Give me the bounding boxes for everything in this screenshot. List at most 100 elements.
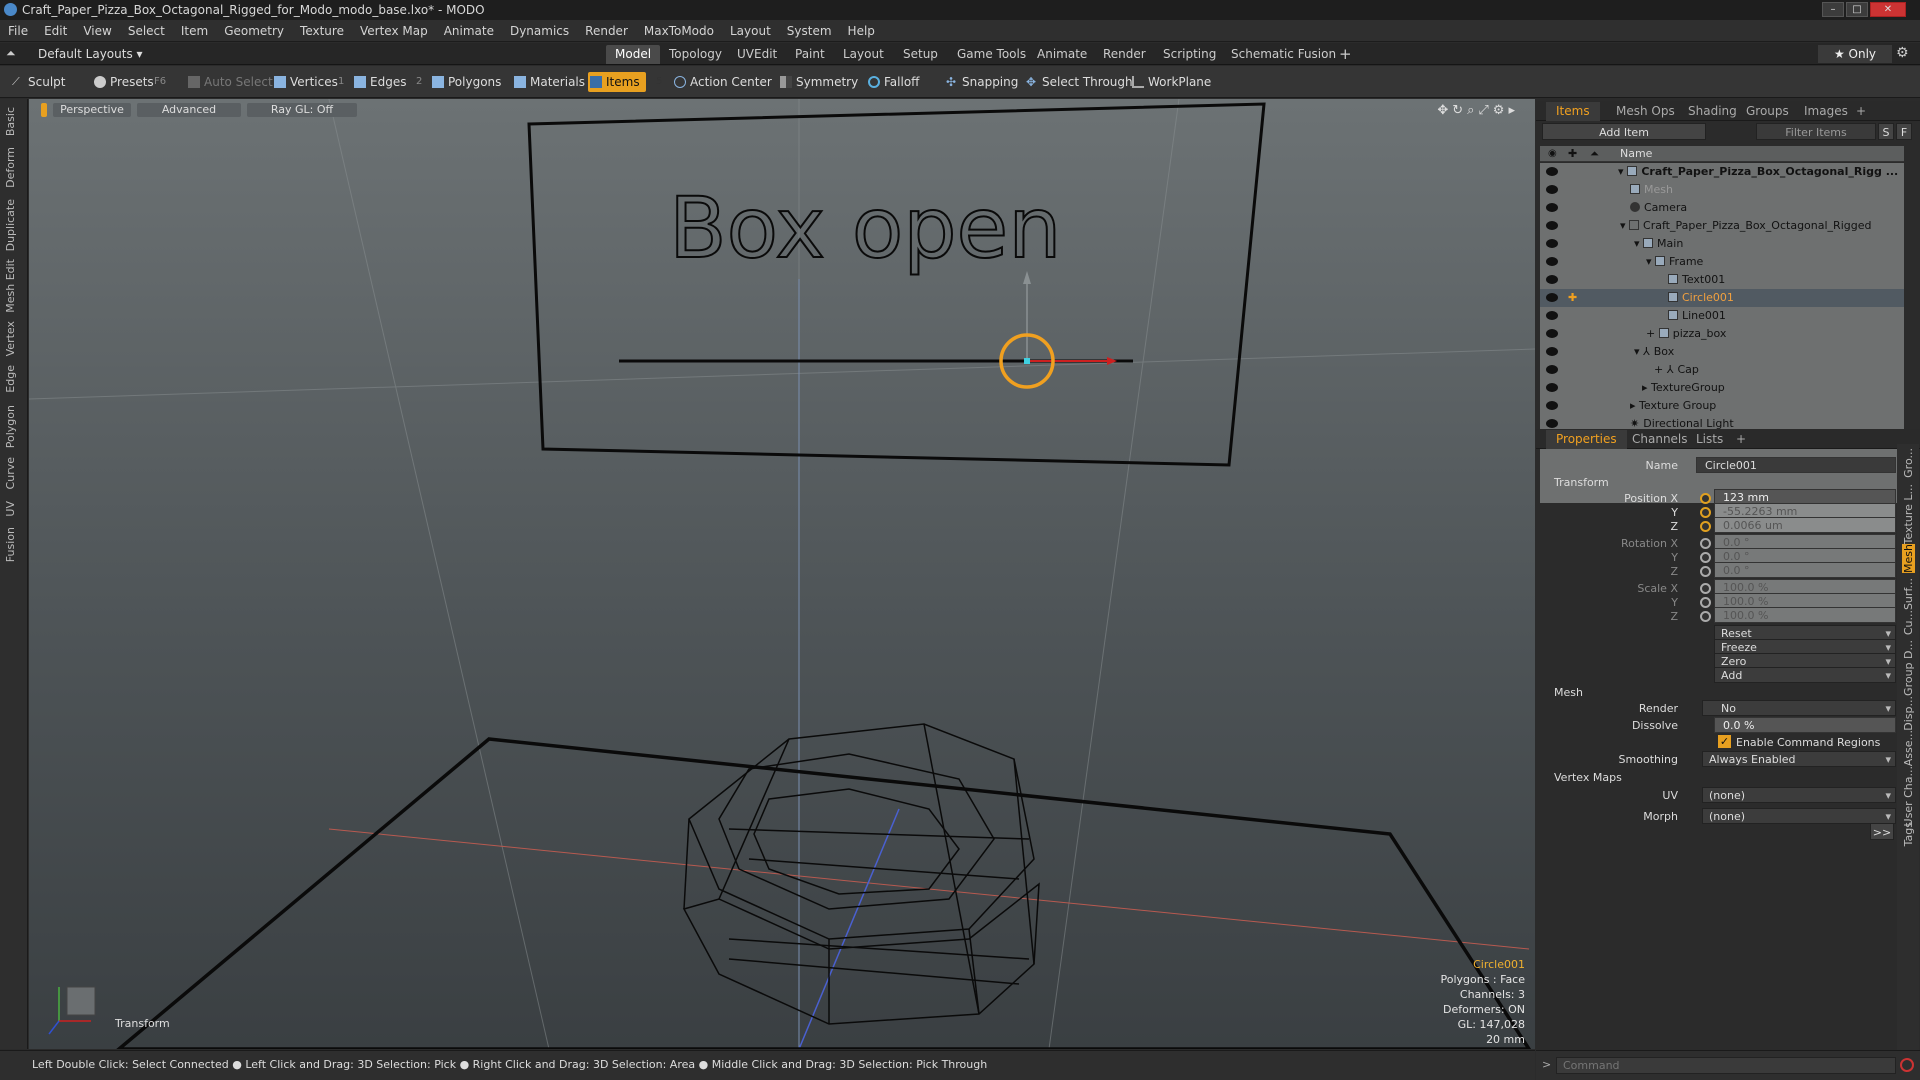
close-button[interactable]: ✕	[1870, 2, 1906, 17]
lefttab-edge[interactable]: Edge	[4, 365, 17, 393]
eye-icon[interactable]	[1546, 275, 1558, 284]
menu-texture[interactable]: Texture	[292, 20, 352, 42]
sidetab-mesh[interactable]: Mesh	[1902, 544, 1915, 573]
lefttab-vertex[interactable]: Vertex	[4, 321, 17, 356]
scale-z-field[interactable]: 100.0 %	[1714, 607, 1896, 623]
menu-help[interactable]: Help	[840, 20, 883, 42]
uv-dropdown[interactable]: (none)	[1702, 787, 1896, 804]
tab-groups[interactable]: Groups	[1736, 102, 1799, 121]
eye-icon[interactable]	[1546, 347, 1558, 356]
falloff-button[interactable]: Falloff	[866, 72, 919, 92]
tree-row[interactable]: + pizza_box	[1540, 325, 1904, 343]
menu-geometry[interactable]: Geometry	[216, 20, 292, 42]
lefttab-fusion[interactable]: Fusion	[4, 527, 17, 562]
minimize-button[interactable]: –	[1822, 2, 1844, 17]
tree-row[interactable]: ▾ Main	[1540, 235, 1904, 253]
rotation-y-anim-icon[interactable]	[1700, 552, 1711, 563]
tab-schematic-fusion[interactable]: Schematic Fusion	[1222, 45, 1345, 64]
sidetab-asse[interactable]: Asse...	[1902, 730, 1915, 766]
tab-add-props[interactable]: +	[1726, 430, 1756, 449]
layout-up-icon[interactable]: ⏶	[6, 46, 16, 61]
viewport-nav-icons[interactable]: ✥↻⌕⤢⚙▸	[1437, 103, 1519, 118]
eye-icon[interactable]	[1546, 293, 1558, 302]
enable-command-regions-checkbox[interactable]: ✓	[1718, 735, 1731, 748]
tree-row[interactable]: Mesh	[1540, 181, 1904, 199]
lefttab-mesh-edit[interactable]: Mesh Edit	[4, 259, 17, 313]
menu-edit[interactable]: Edit	[36, 20, 75, 42]
render-dropdown[interactable]: No	[1702, 700, 1896, 717]
command-input[interactable]	[1556, 1057, 1896, 1074]
view-shading-button[interactable]: Advanced	[137, 103, 241, 117]
position-x-anim-icon[interactable]	[1700, 493, 1711, 504]
smoothing-dropdown[interactable]: Always Enabled	[1702, 751, 1896, 768]
tab-game-tools[interactable]: Game Tools	[948, 45, 1035, 64]
lefttab-deform[interactable]: Deform	[4, 147, 17, 188]
rotation-z-field[interactable]: 0.0 °	[1714, 562, 1896, 578]
s-button[interactable]: S	[1878, 123, 1894, 140]
tree-row[interactable]: ▸ Texture Group	[1540, 397, 1904, 415]
sidetab-cu[interactable]: Cu...	[1902, 610, 1915, 635]
lefttab-polygon[interactable]: Polygon	[4, 405, 17, 448]
sidetab-group-d[interactable]: Group D...	[1902, 640, 1915, 696]
eye-icon[interactable]	[1546, 167, 1558, 176]
record-icon[interactable]	[1900, 1058, 1914, 1072]
menu-animate[interactable]: Animate	[436, 20, 502, 42]
items-button[interactable]: Items	[588, 72, 646, 92]
scale-z-anim-icon[interactable]	[1700, 611, 1711, 622]
materials-button[interactable]: Materials	[512, 72, 585, 92]
tree-row[interactable]: ▸ TextureGroup	[1540, 379, 1904, 397]
lefttab-duplicate[interactable]: Duplicate	[4, 199, 17, 251]
menu-dynamics[interactable]: Dynamics	[502, 20, 577, 42]
tab-topology[interactable]: Topology	[660, 45, 731, 64]
only-button[interactable]: ★ Only	[1818, 45, 1892, 63]
eye-icon[interactable]	[1546, 185, 1558, 194]
menu-render[interactable]: Render	[577, 20, 636, 42]
maximize-button[interactable]: □	[1846, 2, 1868, 17]
symmetry-button[interactable]: Symmetry	[778, 72, 858, 92]
tree-row[interactable]: ▾ Craft_Paper_Pizza_Box_Octagonal_Rigged	[1540, 217, 1904, 235]
tab-uvedit[interactable]: UVEdit	[728, 45, 786, 64]
filter-items-input[interactable]: Filter Items	[1756, 123, 1876, 140]
lefttab-curve[interactable]: Curve	[4, 457, 17, 489]
polygons-button[interactable]: Polygons	[430, 72, 501, 92]
f-button[interactable]: F	[1896, 123, 1912, 140]
tab-properties[interactable]: Properties	[1546, 430, 1627, 449]
menu-view[interactable]: View	[75, 20, 119, 42]
sidetab-user-cha[interactable]: User Cha...	[1902, 766, 1915, 826]
gizmo-center-handle[interactable]	[1024, 358, 1030, 364]
tab-render[interactable]: Render	[1094, 45, 1155, 64]
name-field[interactable]: Circle001	[1696, 457, 1896, 473]
sidetab-disp[interactable]: Disp...	[1902, 696, 1915, 731]
eye-icon[interactable]	[1546, 257, 1558, 266]
eye-icon[interactable]	[1546, 203, 1558, 212]
tree-row[interactable]: Line001	[1540, 307, 1904, 325]
action-center-button[interactable]: Action Center	[672, 72, 772, 92]
gizmo-x-arrow[interactable]	[1107, 357, 1117, 365]
viewport-menu-dot[interactable]	[41, 103, 47, 117]
sidetab-gro[interactable]: Gro...	[1902, 448, 1915, 478]
gear-icon[interactable]: ⚙	[1896, 45, 1909, 61]
tree-row[interactable]: Text001	[1540, 271, 1904, 289]
morph-dropdown[interactable]: (none)	[1702, 808, 1896, 825]
tree-row[interactable]: + ⅄ Cap	[1540, 361, 1904, 379]
snapping-button[interactable]: ✣ Snapping	[944, 72, 1018, 92]
view-perspective-button[interactable]: Perspective	[53, 103, 131, 117]
tree-row-selected[interactable]: ✚ Circle001	[1540, 289, 1904, 307]
eye-icon[interactable]	[1546, 365, 1558, 374]
eye-icon[interactable]	[1546, 401, 1558, 410]
eye-icon[interactable]	[1546, 383, 1558, 392]
eye-icon[interactable]	[1546, 221, 1558, 230]
tab-setup[interactable]: Setup	[894, 45, 947, 64]
auto-select-button[interactable]: Auto Select	[186, 72, 273, 92]
rotation-x-anim-icon[interactable]	[1700, 538, 1711, 549]
menu-vertex-map[interactable]: Vertex Map	[352, 20, 436, 42]
sidetab-tags[interactable]: Tags	[1902, 822, 1915, 846]
tab-items[interactable]: Items	[1546, 102, 1600, 121]
workplane-button[interactable]: WorkPlane	[1130, 72, 1211, 92]
lefttab-uv[interactable]: UV	[4, 501, 17, 517]
position-y-anim-icon[interactable]	[1700, 507, 1711, 518]
menu-file[interactable]: File	[0, 20, 36, 42]
tab-scripting[interactable]: Scripting	[1154, 45, 1225, 64]
sidetab-texture-l[interactable]: Texture L...	[1902, 484, 1915, 544]
3d-viewport[interactable]: Box open Perspective Advanced Ray GL: Of…	[29, 99, 1535, 1049]
